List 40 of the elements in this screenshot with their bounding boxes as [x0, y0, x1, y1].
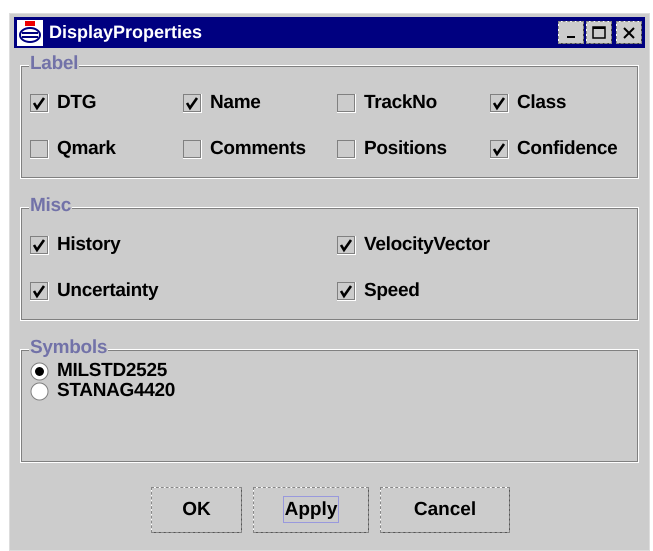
checkbox[interactable] [30, 236, 49, 254]
checkbox-label[interactable]: VelocityVector [364, 234, 490, 256]
radio-button[interactable] [30, 362, 49, 380]
checkbox[interactable] [30, 94, 49, 112]
checkbox-label[interactable]: Name [210, 92, 261, 114]
minimize-button[interactable] [558, 21, 584, 44]
checkbox[interactable] [490, 94, 509, 112]
checkbox-label[interactable]: Comments [210, 138, 306, 160]
window-title: DisplayProperties [49, 22, 204, 43]
checkbox[interactable] [183, 140, 202, 158]
close-icon [622, 26, 636, 38]
radio-label[interactable]: STANAG4420 [57, 380, 176, 402]
checkbox[interactable] [30, 282, 49, 300]
checkbox-label[interactable]: Confidence [517, 138, 618, 160]
checkbox[interactable] [337, 236, 356, 254]
checkbox[interactable] [490, 140, 509, 158]
checkbox-label[interactable]: Class [517, 92, 566, 114]
checkbox-label[interactable]: History [57, 234, 120, 256]
checkbox-label[interactable]: Positions [364, 138, 447, 160]
checkbox[interactable] [337, 282, 356, 300]
radio-button[interactable] [30, 382, 49, 400]
checkbox[interactable] [30, 140, 49, 158]
close-button[interactable] [616, 21, 642, 44]
radio-label[interactable]: MILSTD2525 [57, 360, 167, 382]
group-title: Symbols [29, 337, 108, 359]
checkbox[interactable] [337, 140, 356, 158]
minimize-icon [567, 36, 575, 38]
checkbox-label[interactable]: DTG [57, 92, 96, 114]
checkbox-label[interactable]: Qmark [57, 138, 116, 160]
checkbox[interactable] [183, 94, 202, 112]
dialog-button[interactable]: OK [151, 487, 242, 533]
checkbox[interactable] [337, 94, 356, 112]
checkbox-label[interactable]: TrackNo [364, 92, 437, 114]
checkbox-label[interactable]: Speed [364, 280, 420, 302]
dialog-button[interactable]: Apply [253, 487, 369, 533]
maximize-button[interactable] [586, 21, 612, 44]
checkbox-label[interactable]: Uncertainty [57, 280, 158, 302]
app-icon [17, 20, 43, 46]
dialog-button[interactable]: Cancel [380, 487, 510, 533]
maximize-icon [592, 26, 606, 40]
